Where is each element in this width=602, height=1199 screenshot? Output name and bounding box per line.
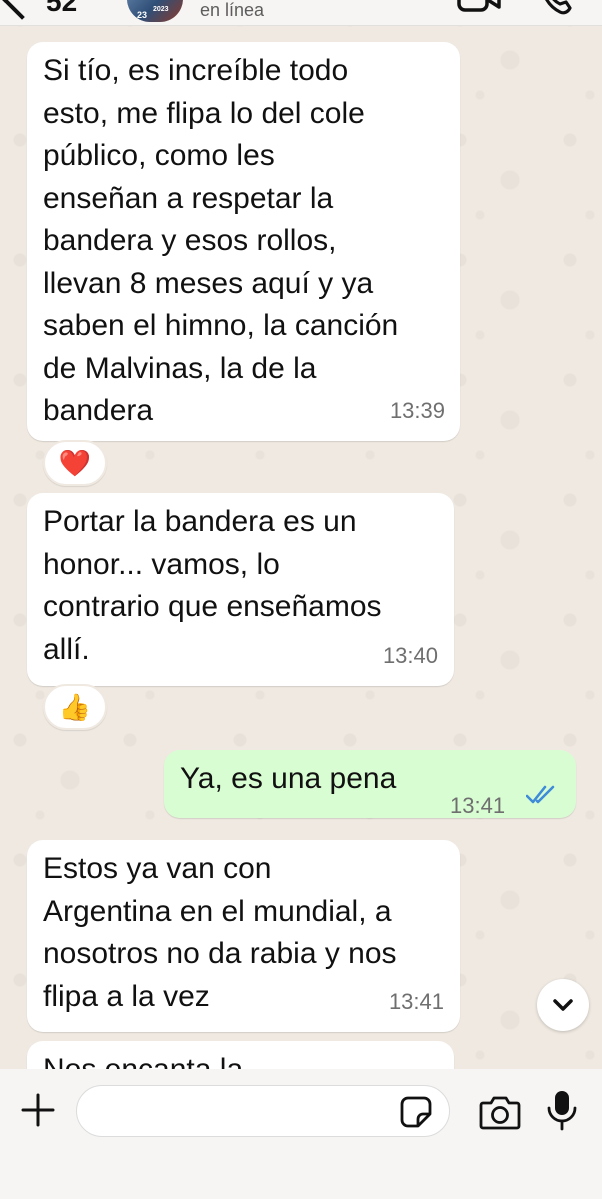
message-time: 13:41 [450,793,506,818]
message-text: Estos ya van con Argentina en el mundial… [43,852,397,1013]
message-bubble-incoming[interactable]: Si tío, es increíble todo esto, me flipa… [27,42,460,441]
microphone-icon[interactable] [546,1089,578,1131]
phone-icon[interactable] [538,0,574,16]
unread-count[interactable]: 52 [46,0,77,18]
video-camera-icon[interactable] [457,0,501,12]
message-text: Portar la bandera es un honor... vamos, … [43,505,382,666]
message-time: 13:40 [382,642,438,668]
double-check-icon [526,785,555,804]
message-time: 13:41 [388,988,444,1014]
chevron-down-icon [553,999,573,1011]
thumbs-up-emoji: 👍 [58,692,92,722]
sticker-icon[interactable] [399,1095,433,1129]
plus-icon[interactable] [20,1092,56,1128]
message-time: 13:39 [389,397,445,423]
chat-header: 52 23 2023 en línea [0,0,602,26]
message-text: Si tío, es increíble todo esto, me flipa… [43,54,399,427]
avatar-text-year: 2023 [153,6,169,13]
chevron-left-icon[interactable] [2,0,42,20]
message-bubble-incoming[interactable]: Estos ya van con Argentina en el mundial… [27,840,460,1032]
scroll-to-bottom-button[interactable] [537,979,589,1031]
heart-emoji: ❤️ [58,448,92,478]
message-bubble-incoming[interactable]: Portar la bandera es un honor... vamos, … [27,493,454,686]
reaction-heart[interactable]: ❤️ [43,440,107,486]
avatar[interactable]: 23 2023 [127,0,183,22]
message-input[interactable] [76,1085,450,1137]
camera-icon[interactable] [479,1094,521,1130]
reaction-thumbs-up[interactable]: 👍 [43,684,107,730]
contact-status: en línea [200,0,265,20]
message-bubble-outgoing[interactable]: Ya, es una pena 13:41 [164,750,576,818]
avatar-text: 23 [137,10,148,20]
